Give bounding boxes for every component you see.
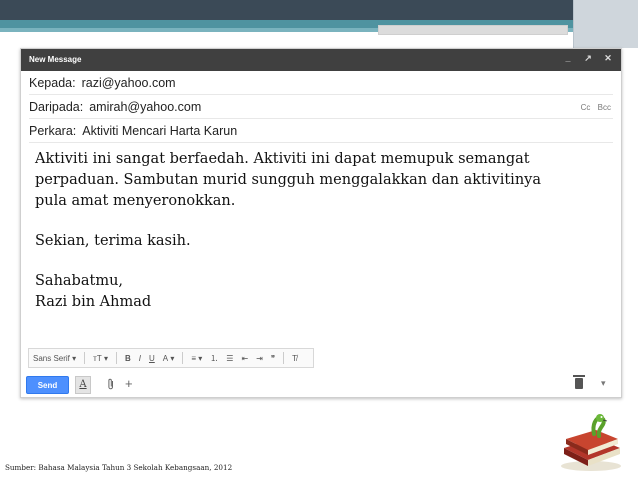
to-value[interactable]: razi@yahoo.com — [82, 76, 176, 90]
message-body[interactable]: Aktiviti ini sangat berfaedah. Aktiviti … — [35, 149, 595, 313]
subject-label: Perkara: — [29, 124, 77, 138]
text-color-button[interactable]: A ▾ — [163, 354, 175, 363]
body-line: perpaduan. Sambutan murid sungguh mengga… — [35, 172, 541, 188]
popout-icon[interactable]: ↗ — [583, 53, 593, 64]
bcc-link[interactable]: Bcc — [598, 103, 611, 112]
from-label: Daripada: — [29, 100, 84, 114]
from-field[interactable]: Daripada: amirah@yahoo.com Cc Bcc — [29, 95, 613, 119]
body-closing: Sekian, terima kasih. — [35, 233, 191, 249]
compose-bottom-bar: Send A + ▾ — [21, 373, 621, 397]
indent-less-icon[interactable]: ⇤ — [241, 354, 248, 363]
cc-link[interactable]: Cc — [581, 103, 591, 112]
slide-header-tab — [378, 25, 568, 35]
clear-format-icon[interactable]: T̸ — [292, 354, 297, 363]
formatting-toolbar: Sans Serif ▾ тT ▾ B I U A ▾ ≡ ▾ ⒈ ☰ ⇤ ⇥ … — [28, 348, 314, 368]
body-signoff: Sahabatmu, — [35, 273, 124, 289]
compose-title-bar: New Message _ ↗ ✕ — [21, 49, 621, 71]
slide-header-corner — [573, 0, 638, 48]
from-value[interactable]: amirah@yahoo.com — [89, 100, 201, 114]
minimize-icon[interactable]: _ — [563, 53, 573, 64]
bullet-list-icon[interactable]: ☰ — [226, 354, 233, 363]
compose-window: New Message _ ↗ ✕ Kepada: razi@yahoo.com … — [20, 48, 622, 398]
toolbar-divider — [182, 352, 184, 364]
to-field[interactable]: Kepada: razi@yahoo.com — [29, 71, 613, 95]
to-label: Kepada: — [29, 76, 76, 90]
indent-more-icon[interactable]: ⇥ — [256, 354, 263, 363]
compose-title: New Message — [29, 55, 82, 64]
italic-button[interactable]: I — [139, 354, 141, 363]
font-size-button[interactable]: тT ▾ — [93, 354, 108, 363]
books-logo — [556, 408, 626, 473]
toolbar-divider — [84, 352, 86, 364]
body-line: Aktiviti ini sangat berfaedah. Aktiviti … — [35, 151, 530, 167]
formatting-options-button[interactable]: A — [75, 376, 91, 394]
underline-button[interactable]: U — [149, 354, 155, 363]
toolbar-divider — [283, 352, 285, 364]
trash-icon[interactable] — [573, 375, 585, 389]
font-select[interactable]: Sans Serif ▾ — [33, 354, 76, 363]
slide-header-bar — [0, 0, 638, 20]
body-name: Razi bin Ahmad — [35, 294, 152, 310]
numbered-list-icon[interactable]: ⒈ — [210, 353, 218, 364]
toolbar-divider — [115, 352, 117, 364]
chevron-down-icon[interactable]: ▾ — [601, 378, 606, 389]
paperclip-icon[interactable] — [107, 378, 115, 393]
body-line: pula amat menyeronokkan. — [35, 193, 236, 209]
source-caption: Sumber: Bahasa Malaysia Tahun 3 Sekolah … — [5, 463, 233, 472]
subject-value[interactable]: Aktiviti Mencari Harta Karun — [82, 124, 237, 138]
align-button[interactable]: ≡ ▾ — [191, 354, 202, 363]
plus-icon[interactable]: + — [125, 376, 133, 391]
quote-icon[interactable]: ❞ — [271, 354, 275, 363]
bold-button[interactable]: B — [125, 354, 131, 363]
subject-field[interactable]: Perkara: Aktiviti Mencari Harta Karun — [29, 119, 613, 143]
send-button[interactable]: Send — [26, 376, 69, 394]
close-icon[interactable]: ✕ — [603, 53, 613, 64]
